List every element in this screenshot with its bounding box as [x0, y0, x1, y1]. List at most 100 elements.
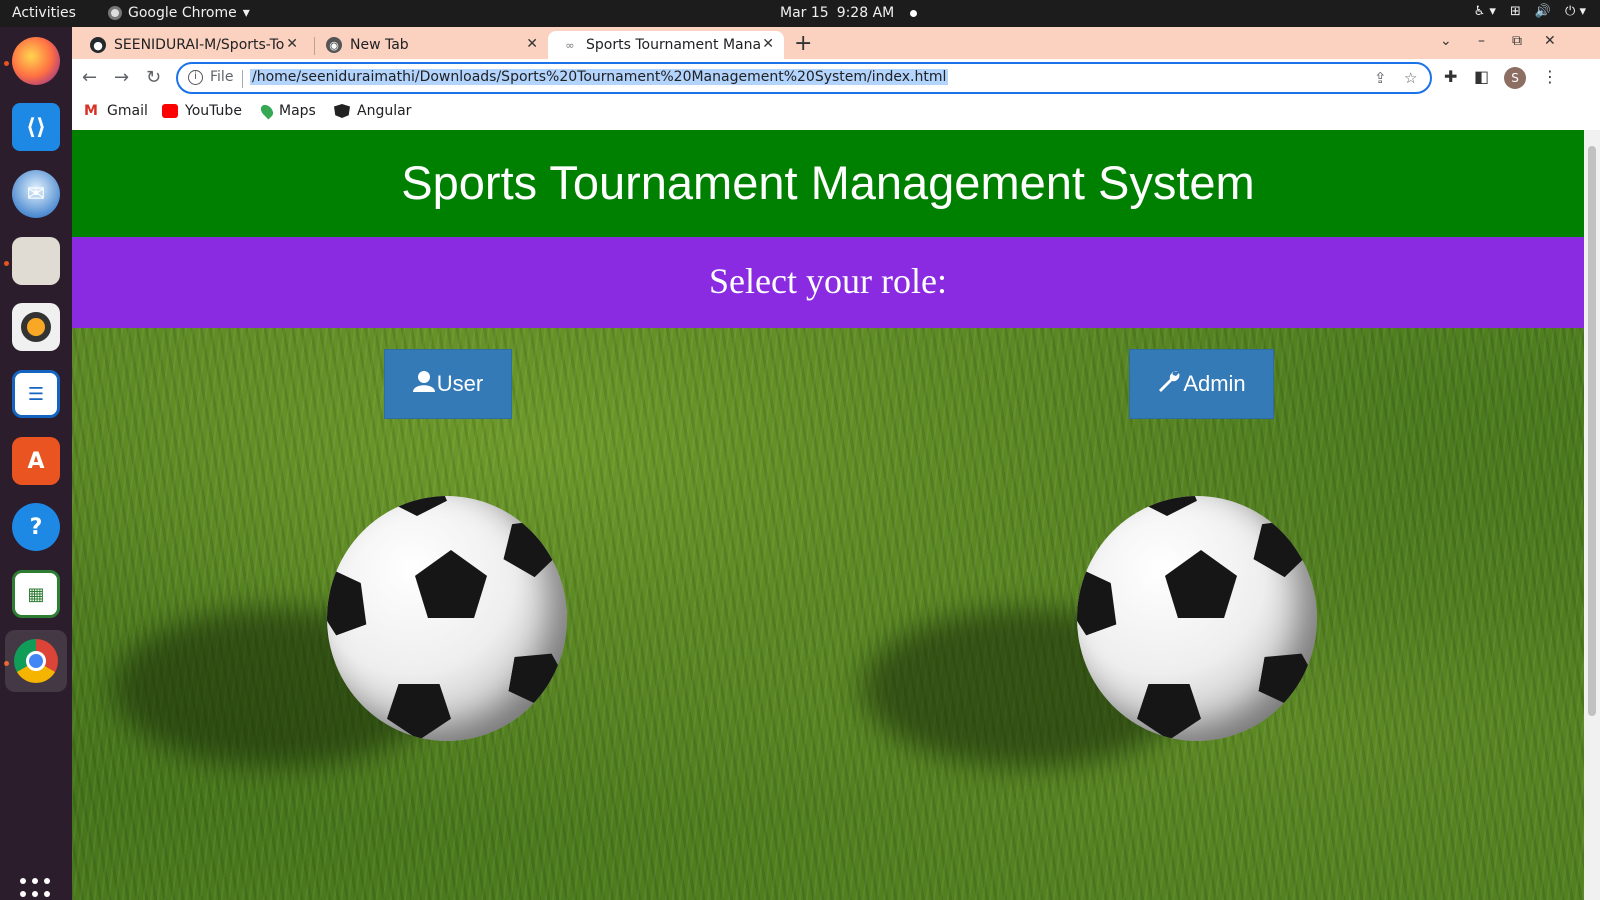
bookmark-label: YouTube: [185, 103, 242, 119]
close-icon[interactable]: ✕: [762, 36, 774, 52]
bookmark-youtube[interactable]: YouTube: [162, 103, 242, 119]
bookmark-label: Gmail: [107, 103, 148, 119]
ball-panel: [1137, 496, 1197, 516]
thunderbird-icon[interactable]: ✉: [12, 170, 60, 218]
bookmark-maps[interactable]: Maps: [258, 102, 316, 120]
info-icon[interactable]: i: [188, 70, 203, 85]
window-close-button[interactable]: ✕: [1544, 33, 1556, 49]
chrome-window: ● SEENIDURAI-M/Sports-To ✕ ◉ New Tab ✕ ∞…: [72, 27, 1600, 900]
app-menu[interactable]: Google Chrome ▾: [108, 5, 250, 21]
bookmark-label: Maps: [279, 103, 316, 119]
accessibility-icon[interactable]: ♿ ▾: [1474, 4, 1496, 19]
reload-icon[interactable]: ↻: [146, 67, 161, 88]
chevron-down-icon: ▾: [242, 5, 250, 21]
role-prompt: Select your role:: [72, 237, 1584, 328]
bookmark-angular[interactable]: Angular: [334, 103, 411, 119]
bookmark-gmail[interactable]: M Gmail: [84, 103, 148, 119]
app-menu-label: Google Chrome: [128, 5, 237, 21]
page-title: Sports Tournament Management System: [72, 130, 1584, 237]
calc-icon[interactable]: ▦: [12, 570, 60, 618]
grass-background-image: [72, 328, 1584, 900]
clock-date: Mar 15: [780, 5, 829, 21]
clock-time: 9:28 AM: [836, 5, 895, 21]
soccer-ball-image: [327, 496, 567, 741]
network-icon: ⊞: [1509, 4, 1521, 19]
address-bar[interactable]: i File /home/seeniduraimathi/Downloads/S…: [176, 62, 1432, 94]
page-viewport: Sports Tournament Management System Sele…: [72, 130, 1584, 900]
power-icon: ⏻ ▾: [1565, 4, 1586, 19]
bookmark-label: Angular: [357, 103, 412, 119]
running-indicator: [4, 261, 9, 266]
tab-title: New Tab: [350, 37, 409, 53]
ball-panel: [507, 647, 567, 710]
ball-panel: [1257, 647, 1317, 710]
forward-icon[interactable]: →: [114, 67, 129, 88]
profile-avatar[interactable]: S: [1504, 67, 1526, 89]
share-icon[interactable]: ⇪: [1374, 69, 1387, 87]
show-apps-button[interactable]: [20, 878, 52, 900]
firefox-icon[interactable]: [12, 37, 60, 85]
software-icon[interactable]: A: [12, 437, 60, 485]
user-role-label: User: [436, 371, 484, 396]
system-tray[interactable]: ♿ ▾ ⊞ 🔊 ⏻ ▾: [1474, 4, 1586, 19]
soccer-ball-image: [1077, 496, 1317, 741]
restore-button[interactable]: ⧉: [1512, 33, 1522, 49]
admin-role-label: Admin: [1183, 371, 1246, 396]
ball-panel: [415, 550, 487, 618]
admin-role-button[interactable]: Admin: [1129, 349, 1274, 419]
writer-icon[interactable]: ☰: [12, 370, 60, 418]
ball-panel: [1077, 559, 1125, 638]
tab-sports-tournament[interactable]: ∞ Sports Tournament Mana ✕: [548, 31, 784, 59]
page-icon: ∞: [565, 38, 575, 52]
maps-icon: [258, 102, 276, 120]
ball-panel: [387, 496, 447, 516]
ball-panel: [1245, 506, 1317, 582]
clock[interactable]: Mar 15 9:28 AM: [780, 5, 918, 21]
github-icon: ●: [90, 37, 106, 53]
wrench-icon: [1157, 369, 1181, 399]
close-icon[interactable]: ✕: [286, 36, 298, 52]
ubuntu-dock: ⟨⟩ ✉ ☰ A ? ▦: [0, 27, 72, 900]
side-panel-icon[interactable]: ◧: [1474, 67, 1489, 86]
back-icon[interactable]: ←: [82, 67, 97, 88]
tab-new-tab[interactable]: ◉ New Tab ✕: [312, 31, 548, 59]
ball-panel: [495, 506, 567, 582]
address-scheme: File: [210, 69, 234, 85]
close-icon[interactable]: ✕: [526, 36, 538, 52]
bookmark-star-icon[interactable]: ☆: [1404, 69, 1417, 87]
rhythmbox-icon[interactable]: [12, 303, 60, 351]
ball-panel: [327, 559, 375, 638]
page-scrollbar[interactable]: [1584, 130, 1600, 900]
scrollbar-thumb[interactable]: [1588, 146, 1596, 716]
bookmarks-bar: M Gmail YouTube Maps Angular: [72, 97, 1600, 127]
minimize-button[interactable]: –: [1478, 33, 1485, 49]
youtube-icon: [162, 104, 178, 118]
volume-icon: 🔊: [1534, 4, 1552, 19]
address-divider: [242, 70, 243, 88]
files-icon[interactable]: [12, 237, 60, 285]
help-icon[interactable]: ?: [12, 503, 60, 551]
user-icon: [412, 370, 435, 398]
extensions-icon[interactable]: ✚: [1444, 67, 1457, 86]
user-role-button[interactable]: User: [384, 349, 512, 419]
chrome-icon: ◉: [326, 37, 342, 53]
notification-dot: [910, 9, 918, 17]
tab-search-icon[interactable]: ⌄: [1440, 33, 1452, 49]
tab-github[interactable]: ● SEENIDURAI-M/Sports-To ✕: [76, 31, 308, 59]
tab-title: SEENIDURAI-M/Sports-To: [114, 37, 285, 53]
menu-kebab-icon[interactable]: ⋮: [1542, 67, 1558, 86]
vscode-icon[interactable]: ⟨⟩: [12, 103, 60, 151]
browser-toolbar: ← → ↻ i File /home/seeniduraimathi/Downl…: [72, 59, 1600, 97]
ball-panel: [1165, 550, 1237, 618]
new-tab-button[interactable]: +: [794, 31, 812, 56]
gmail-icon: M: [84, 103, 98, 119]
os-top-bar: Activities Google Chrome ▾ Mar 15 9:28 A…: [0, 0, 1600, 27]
running-indicator: [4, 61, 9, 66]
tab-title: Sports Tournament Mana: [586, 37, 762, 53]
angular-icon: [334, 104, 350, 118]
tab-strip: ● SEENIDURAI-M/Sports-To ✕ ◉ New Tab ✕ ∞…: [72, 27, 1600, 59]
chrome-icon[interactable]: [5, 630, 67, 692]
chrome-small-icon: [108, 6, 122, 20]
address-url[interactable]: /home/seeniduraimathi/Downloads/Sports%2…: [250, 69, 949, 85]
activities-button[interactable]: Activities: [12, 5, 76, 21]
